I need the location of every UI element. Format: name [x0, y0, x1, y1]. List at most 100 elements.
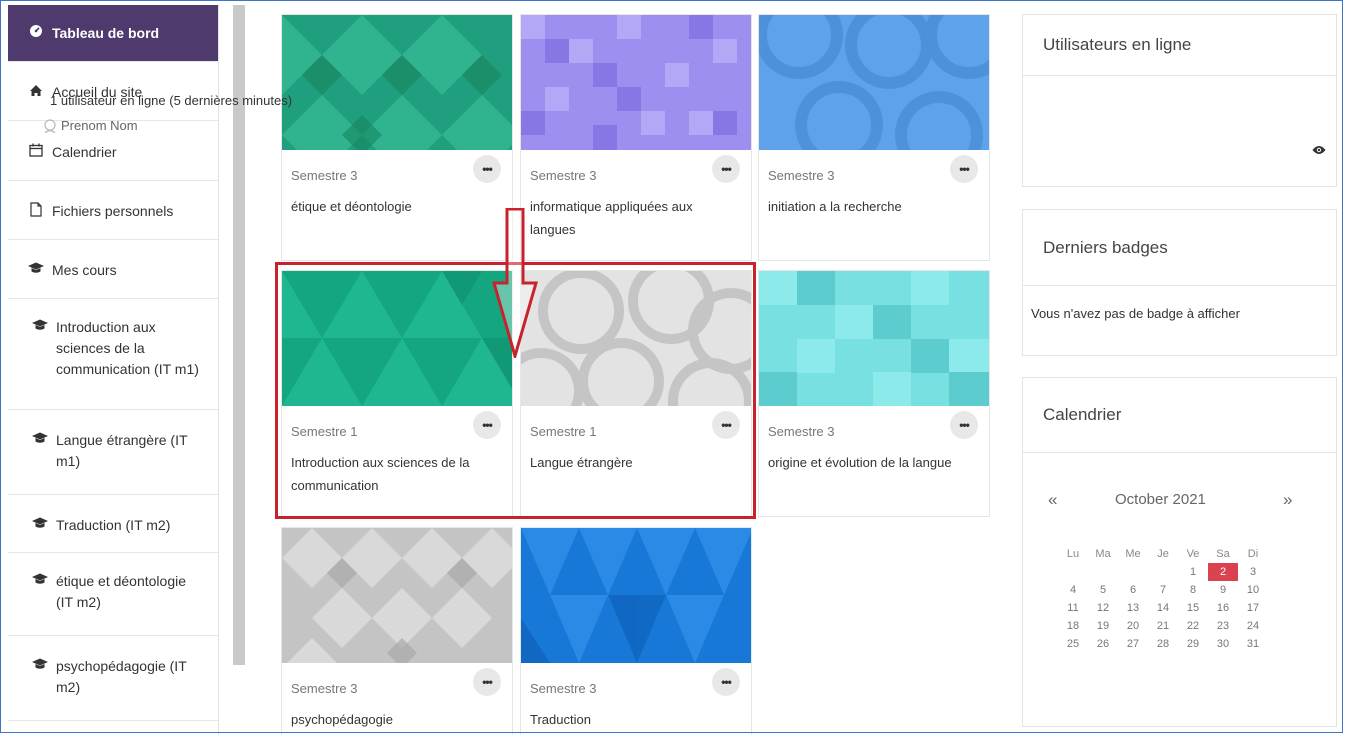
- course-card-traduction[interactable]: Semestre 3 Traduction •••: [520, 527, 752, 735]
- calendar-day[interactable]: 26: [1088, 635, 1118, 653]
- calendar-day[interactable]: 19: [1088, 617, 1118, 635]
- course-name[interactable]: origine et évolution de la langue: [768, 451, 973, 474]
- sidebar-item-course-traduction[interactable]: Traduction (IT m2): [8, 495, 218, 553]
- calendar-day[interactable]: 21: [1148, 617, 1178, 635]
- calendar-day[interactable]: 5: [1088, 581, 1118, 599]
- calendar-day[interactable]: 14: [1148, 599, 1178, 617]
- sidebar-nav: Tableau de bord Accueil du site Calendri…: [8, 5, 219, 735]
- calendar-day[interactable]: 13: [1118, 599, 1148, 617]
- course-semester: Semestre 3: [768, 424, 835, 439]
- graduation-cap-icon: [32, 430, 48, 446]
- course-name[interactable]: initiation a la recherche: [768, 195, 973, 218]
- course-semester: Semestre 3: [530, 168, 597, 183]
- calendar-day[interactable]: 18: [1058, 617, 1088, 635]
- sidebar-item-label: Mes cours: [52, 262, 117, 278]
- calendar-day: [1088, 563, 1118, 581]
- calendar-day[interactable]: 16: [1208, 599, 1238, 617]
- calendar-day[interactable]: 20: [1118, 617, 1148, 635]
- more-options-button[interactable]: •••: [950, 155, 978, 183]
- calendar-day: [1118, 563, 1148, 581]
- calendar-day[interactable]: 30: [1208, 635, 1238, 653]
- calendar-day[interactable]: 4: [1058, 581, 1088, 599]
- course-banner-image: [521, 528, 751, 663]
- calendar-day[interactable]: 31: [1238, 635, 1268, 653]
- course-semester: Semestre 1: [530, 424, 597, 439]
- calendar-next-button[interactable]: »: [1283, 490, 1292, 510]
- sidebar-item-label: Calendrier: [52, 144, 117, 160]
- more-options-button[interactable]: •••: [712, 411, 740, 439]
- course-semester: Semestre 1: [291, 424, 358, 439]
- calendar-day[interactable]: 27: [1118, 635, 1148, 653]
- calendar-day[interactable]: 22: [1178, 617, 1208, 635]
- calendar-weekday: Sa: [1216, 548, 1230, 560]
- user-avatar-icon: [44, 118, 56, 133]
- calendar-day[interactable]: 10: [1238, 581, 1268, 599]
- calendar-day-today[interactable]: 2: [1208, 563, 1238, 581]
- block-title: Calendrier: [1023, 378, 1336, 453]
- calendar-prev-button[interactable]: «: [1048, 490, 1057, 510]
- course-semester: Semestre 3: [291, 168, 358, 183]
- course-name[interactable]: étique et déontologie: [291, 195, 496, 218]
- graduation-cap-icon: [32, 317, 48, 333]
- calendar-day[interactable]: 23: [1208, 617, 1238, 635]
- sidebar-item-site-home[interactable]: Accueil du site: [8, 62, 218, 121]
- course-card-psychopedagogie[interactable]: Semestre 3 psychopédagogie •••: [281, 527, 513, 735]
- graduation-cap-icon: [32, 656, 48, 672]
- block-title: Derniers badges: [1023, 210, 1336, 286]
- sidebar-item-dashboard[interactable]: Tableau de bord: [8, 5, 218, 62]
- calendar-day[interactable]: 17: [1238, 599, 1268, 617]
- calendar-day[interactable]: 8: [1178, 581, 1208, 599]
- course-name[interactable]: Introduction aux sciences de la communic…: [291, 451, 496, 497]
- calendar-day[interactable]: 6: [1118, 581, 1148, 599]
- course-name[interactable]: Traduction: [530, 708, 735, 731]
- eye-icon[interactable]: [1312, 142, 1326, 160]
- calendar-day[interactable]: 11: [1058, 599, 1088, 617]
- course-name[interactable]: psychopédagogie: [291, 708, 496, 731]
- course-card-intro-sciences[interactable]: Semestre 1 Introduction aux sciences de …: [281, 270, 513, 517]
- sidebar-item-course-psychopedagogie[interactable]: psychopédagogie (IT m2): [8, 636, 218, 721]
- calendar-day[interactable]: 28: [1148, 635, 1178, 653]
- calendar-day: [1148, 563, 1178, 581]
- calendar-day[interactable]: 12: [1088, 599, 1118, 617]
- sidebar-item-course-etique[interactable]: étique et déontologie (IT m2): [8, 553, 218, 636]
- graduation-cap-icon: [32, 571, 48, 587]
- course-card-langue-etrangere[interactable]: Semestre 1 Langue étrangère •••: [520, 270, 752, 517]
- sidebar-item-private-files[interactable]: Fichiers personnels: [8, 181, 218, 240]
- more-options-button[interactable]: •••: [473, 668, 501, 696]
- course-semester: Semestre 3: [530, 681, 597, 696]
- more-options-button[interactable]: •••: [473, 411, 501, 439]
- course-semester: Semestre 3: [768, 168, 835, 183]
- sidebar-item-course-intro-sciences[interactable]: Introduction aux sciences de la communic…: [8, 299, 218, 410]
- calendar-day[interactable]: 9: [1208, 581, 1238, 599]
- course-card-etique[interactable]: Semestre 3 étique et déontologie •••: [281, 14, 513, 261]
- sidebar-item-label: Tableau de bord: [52, 25, 160, 41]
- more-options-button[interactable]: •••: [712, 668, 740, 696]
- sidebar-item-label: Langue étrangère (IT m1): [56, 432, 188, 469]
- calendar-weekday-row: Lu Ma Me Je Ve Sa Di: [1058, 545, 1308, 563]
- calendar-day[interactable]: 29: [1178, 635, 1208, 653]
- calendar-weekday: Lu: [1066, 548, 1080, 560]
- calendar-day[interactable]: 1: [1178, 563, 1208, 581]
- more-options-button[interactable]: •••: [712, 155, 740, 183]
- calendar-week-row: 18 19 20 21 22 23 24: [1058, 617, 1308, 635]
- calendar-week-row: 123: [1058, 563, 1308, 581]
- course-card-initiation-recherche[interactable]: Semestre 3 initiation a la recherche •••: [758, 14, 990, 261]
- course-name[interactable]: Langue étrangère: [530, 451, 735, 474]
- calendar-day: [1058, 563, 1088, 581]
- calendar-day[interactable]: 7: [1148, 581, 1178, 599]
- block-title: Utilisateurs en ligne: [1023, 15, 1336, 76]
- course-name[interactable]: informatique appliquées aux langues: [530, 195, 735, 241]
- sidebar-item-course-langue[interactable]: Langue étrangère (IT m1): [8, 410, 218, 495]
- calendar-grid: Lu Ma Me Je Ve Sa Di 1 2 3 4 5 6 7 8 9 10 11 12 13 14 15 16 17 1…: [1058, 545, 1308, 653]
- calendar-day[interactable]: 24: [1238, 617, 1268, 635]
- more-options-button[interactable]: •••: [950, 411, 978, 439]
- calendar-day[interactable]: 3: [1238, 563, 1268, 581]
- online-user-entry[interactable]: Prenom Nom: [44, 118, 138, 133]
- sidebar-item-my-courses[interactable]: Mes cours: [8, 240, 218, 299]
- graduation-cap-icon: [28, 260, 44, 276]
- course-card-origine-langue[interactable]: Semestre 3 origine et évolution de la la…: [758, 270, 990, 517]
- more-options-button[interactable]: •••: [473, 155, 501, 183]
- course-card-informatique[interactable]: Semestre 3 informatique appliquées aux l…: [520, 14, 752, 261]
- calendar-day[interactable]: 15: [1178, 599, 1208, 617]
- calendar-day[interactable]: 25: [1058, 635, 1088, 653]
